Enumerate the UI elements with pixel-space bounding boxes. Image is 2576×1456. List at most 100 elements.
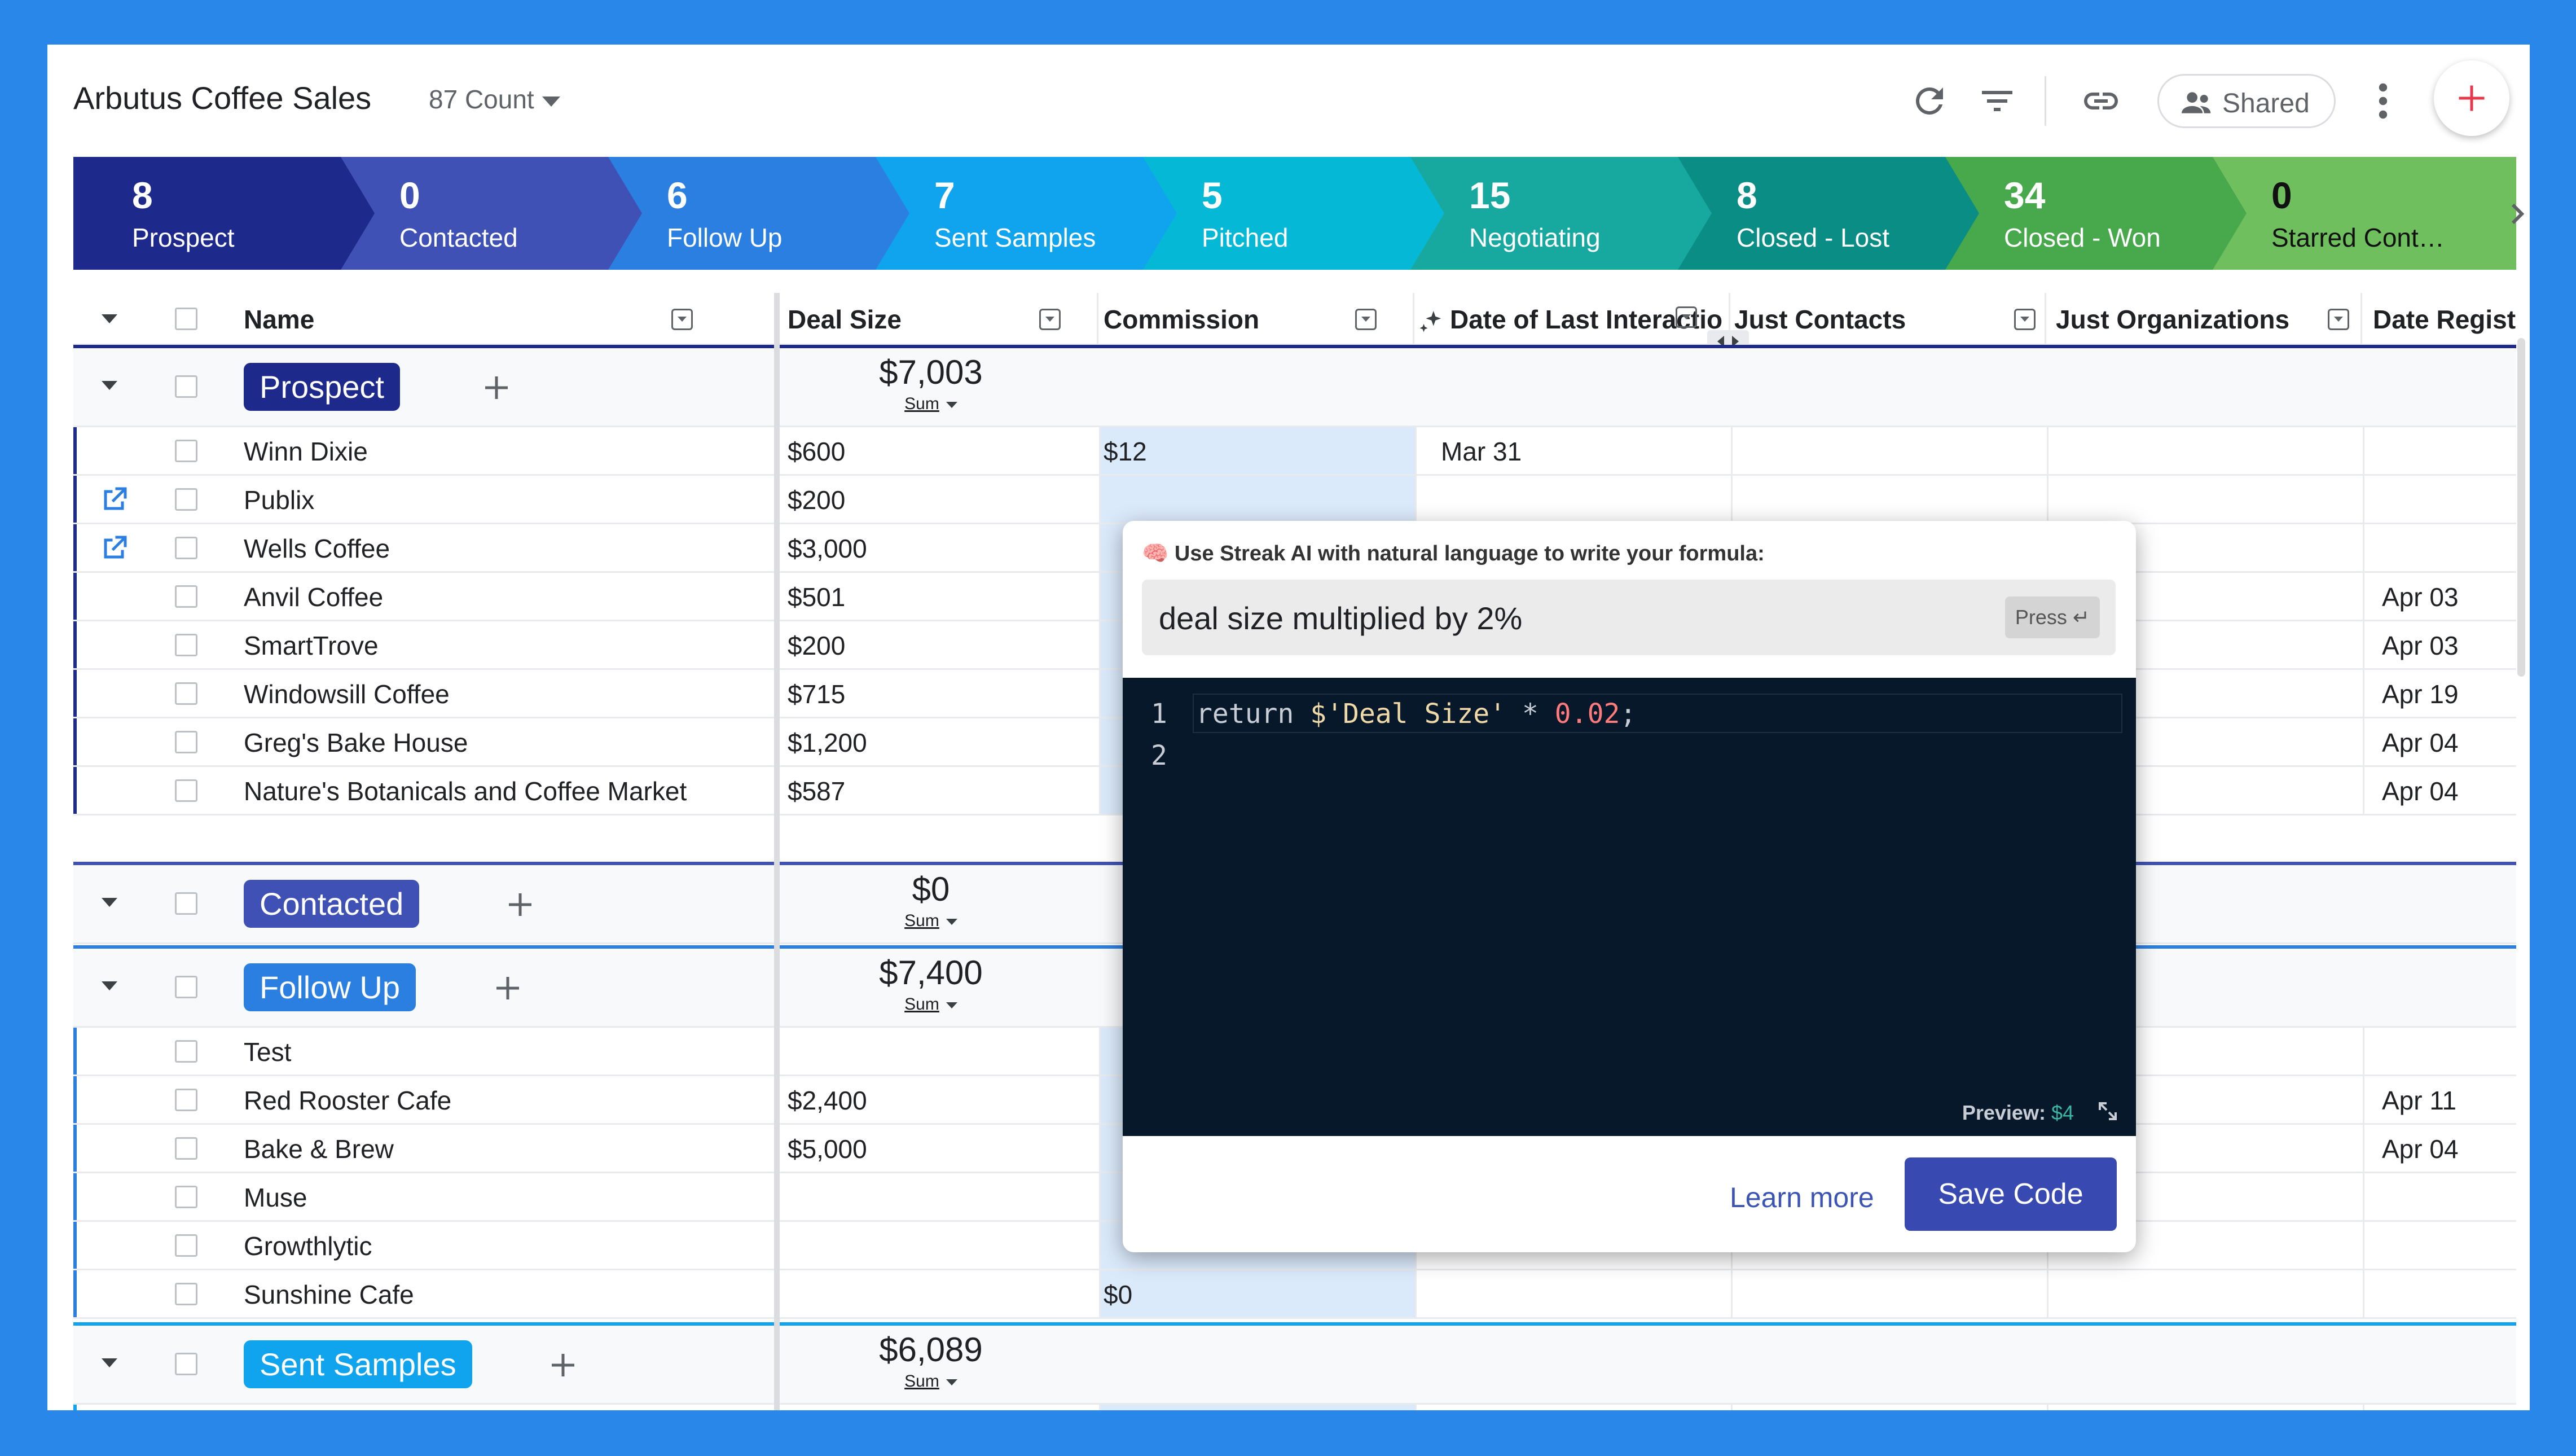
open-box-icon[interactable] <box>97 483 131 517</box>
column-menu-icon[interactable] <box>2328 309 2349 330</box>
add-box-plus-icon[interactable] <box>491 971 525 1005</box>
filter-icon[interactable] <box>1977 81 2017 121</box>
add-box-plus-icon[interactable] <box>546 1348 580 1382</box>
column-date-registered-header[interactable]: Date Register <box>2373 304 2516 335</box>
link-icon[interactable] <box>2081 81 2121 121</box>
row-checkbox[interactable] <box>175 779 197 802</box>
cell-commission[interactable]: $0 <box>1104 1279 1397 1310</box>
cell-date-registered[interactable]: Apr 11 <box>2382 1085 2512 1116</box>
table-row[interactable]: Publix $200 <box>73 476 2516 524</box>
save-code-button[interactable]: Save Code <box>1905 1157 2117 1231</box>
column-menu-icon[interactable] <box>1355 309 1377 330</box>
row-checkbox[interactable] <box>175 440 197 462</box>
vertical-scrollbar[interactable] <box>2517 338 2525 677</box>
cell-name[interactable]: Nature's Botanicals and Coffee Market <box>244 776 763 806</box>
row-checkbox[interactable] <box>175 488 197 511</box>
collapse-group-icon[interactable] <box>102 981 117 990</box>
cell-commission[interactable]: $12 <box>1104 436 1397 467</box>
table-row[interactable]: Starbucks$0Apr 03 <box>73 1405 2516 1410</box>
cell-date-registered[interactable]: Apr 03 <box>2382 582 2512 612</box>
more-vert-icon[interactable] <box>2372 81 2394 121</box>
refresh-icon[interactable] <box>1909 81 1950 121</box>
open-box-icon[interactable] <box>97 532 131 565</box>
cell-date-registered[interactable]: Apr 19 <box>2382 679 2512 709</box>
column-menu-icon[interactable] <box>2014 309 2036 330</box>
sum-dropdown[interactable]: Sum <box>818 995 1044 1014</box>
cell-name[interactable]: Growthlytic <box>244 1231 763 1261</box>
ai-prompt-input[interactable]: deal size multiplied by 2% <box>1159 600 1522 637</box>
shared-button[interactable]: Shared <box>2157 74 2336 128</box>
cell-date-last-interaction[interactable]: Mar 31 <box>1441 436 1723 467</box>
cell-name[interactable]: Bake & Brew <box>244 1134 763 1164</box>
count-dropdown[interactable]: 87 Count <box>429 84 560 115</box>
collapse-all-icon[interactable] <box>102 314 117 323</box>
learn-more-link[interactable]: Learn more <box>1730 1181 1874 1214</box>
sum-dropdown[interactable]: Sum <box>818 1372 1044 1391</box>
cell-deal-size[interactable]: $200 <box>788 485 1081 515</box>
column-name-header[interactable]: Name <box>244 304 515 335</box>
cell-deal-size[interactable]: $715 <box>788 679 1081 709</box>
column-menu-icon[interactable] <box>1676 306 1697 328</box>
cell-name[interactable]: Wells Coffee <box>244 533 763 564</box>
group-checkbox[interactable] <box>175 375 197 398</box>
collapse-group-icon[interactable] <box>102 1358 117 1367</box>
cell-name[interactable]: Red Rooster Cafe <box>244 1085 763 1116</box>
cell-deal-size[interactable]: $5,000 <box>788 1134 1081 1164</box>
cell-deal-size[interactable]: $587 <box>788 776 1081 806</box>
row-checkbox[interactable] <box>175 682 197 705</box>
cell-date-registered[interactable]: Apr 04 <box>2382 1134 2512 1164</box>
sum-dropdown[interactable]: Sum <box>818 394 1044 414</box>
cell-date-registered[interactable]: Apr 04 <box>2382 727 2512 758</box>
row-checkbox[interactable] <box>175 1234 197 1257</box>
cell-name[interactable]: Winn Dixie <box>244 436 763 467</box>
column-just-organizations-header[interactable]: Just Organizations <box>2056 304 2315 335</box>
row-checkbox[interactable] <box>175 1089 197 1111</box>
cell-name[interactable]: Muse <box>244 1182 763 1213</box>
select-all-checkbox[interactable] <box>175 308 197 330</box>
collapse-group-icon[interactable] <box>102 381 117 390</box>
collapse-group-icon[interactable] <box>102 898 117 907</box>
cell-deal-size[interactable]: $600 <box>788 436 1081 467</box>
row-checkbox[interactable] <box>175 537 197 559</box>
code-line-1[interactable]: return $'Deal Size' * 0.02; <box>1196 698 1636 730</box>
column-commission-header[interactable]: Commission <box>1104 304 1386 335</box>
column-menu-icon[interactable] <box>1039 309 1061 330</box>
column-menu-icon[interactable] <box>671 309 693 330</box>
cell-name[interactable]: SmartTrove <box>244 630 763 661</box>
stage-starred-contacts[interactable]: 0 Starred Cont… <box>2213 157 2516 270</box>
cell-deal-size[interactable]: $3,000 <box>788 533 1081 564</box>
cell-name[interactable]: Test <box>244 1037 763 1067</box>
group-checkbox[interactable] <box>175 1353 197 1375</box>
cell-name[interactable]: Greg's Bake House <box>244 727 763 758</box>
expand-icon[interactable] <box>2094 1098 2121 1125</box>
code-editor[interactable]: 1 2 return $'Deal Size' * 0.02; Preview:… <box>1123 678 2136 1136</box>
row-checkbox[interactable] <box>175 1186 197 1208</box>
column-deal-size-header[interactable]: Deal Size <box>788 304 1070 335</box>
group-checkbox[interactable] <box>175 976 197 998</box>
group-checkbox[interactable] <box>175 892 197 915</box>
ai-prompt-field[interactable]: deal size multiplied by 2% Press ↵ <box>1142 580 2116 655</box>
table-row[interactable]: Sunshine Cafe $0 <box>73 1270 2516 1319</box>
add-box-button[interactable] <box>2434 60 2509 136</box>
cell-deal-size[interactable]: $1,200 <box>788 727 1081 758</box>
row-checkbox[interactable] <box>175 585 197 608</box>
group-pill-follow-up[interactable]: Follow Up <box>244 963 416 1011</box>
group-pill-prospect[interactable]: Prospect <box>244 363 400 411</box>
cell-deal-size[interactable]: $2,400 <box>788 1085 1081 1116</box>
frozen-column-divider[interactable] <box>774 293 780 1410</box>
add-box-plus-icon[interactable] <box>503 888 537 922</box>
cell-name[interactable]: Anvil Coffee <box>244 582 763 612</box>
column-just-contacts-header[interactable]: Just Contacts <box>1734 304 1988 335</box>
cell-name[interactable]: Sunshine Cafe <box>244 1279 763 1310</box>
cell-deal-size[interactable]: $501 <box>788 582 1081 612</box>
cell-name[interactable]: Windowsill Coffee <box>244 679 763 709</box>
cell-name[interactable]: Publix <box>244 485 763 515</box>
group-pill-sent-samples[interactable]: Sent Samples <box>244 1340 472 1388</box>
cell-date-registered[interactable]: Apr 04 <box>2382 776 2512 806</box>
group-pill-contacted[interactable]: Contacted <box>244 880 420 928</box>
sum-dropdown[interactable]: Sum <box>818 911 1044 931</box>
row-checkbox[interactable] <box>175 1283 197 1305</box>
chevron-right-icon[interactable] <box>2496 186 2530 242</box>
row-checkbox[interactable] <box>175 634 197 656</box>
table-row[interactable]: Winn Dixie $600 $12 Mar 31 <box>73 427 2516 476</box>
